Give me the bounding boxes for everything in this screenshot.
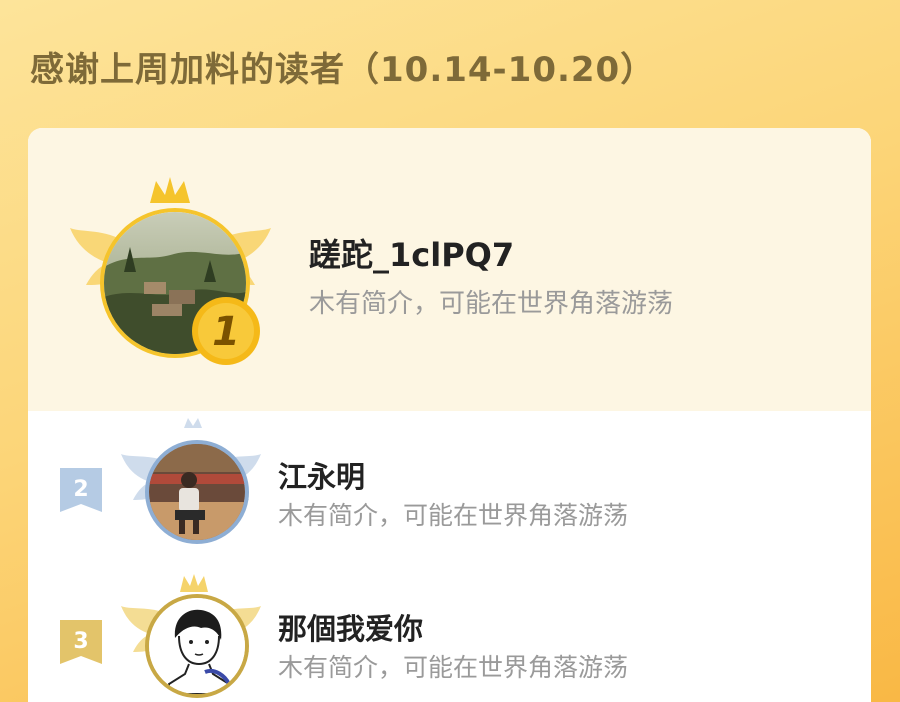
ranking-item-1[interactable]: 1 蹉跎_1clPQ7 木有简介，可能在世界角落游荡 <box>28 128 871 411</box>
basketball-player-avatar-icon <box>149 444 245 540</box>
reader-bio: 木有简介，可能在世界角落游荡 <box>309 289 674 319</box>
reader-name[interactable]: 江永明 <box>278 454 365 496</box>
rank-2-ribbon-icon: 2 <box>60 468 102 512</box>
reader-bio: 木有简介，可能在世界角落游荡 <box>278 653 629 682</box>
reader-name[interactable]: 蹉跎_1clPQ7 <box>309 230 514 276</box>
rank-3-ribbon-icon: 3 <box>60 620 102 664</box>
page-title: 感谢上周加料的读者（10.14-10.20） <box>30 50 656 90</box>
rank-number: 1 <box>212 309 240 355</box>
rank-1-medal-icon: 1 <box>192 297 260 365</box>
rank-number: 3 <box>73 629 88 654</box>
anime-boy-avatar-icon <box>149 598 245 694</box>
reader-ranking-card: 1 蹉跎_1clPQ7 木有简介，可能在世界角落游荡 2 江永明 木有简介，可能… <box>28 128 871 702</box>
user-avatar[interactable] <box>145 594 249 698</box>
reader-bio: 木有简介，可能在世界角落游荡 <box>278 501 629 530</box>
rank-number: 2 <box>73 477 88 502</box>
reader-name[interactable]: 那個我爱你 <box>278 606 423 648</box>
user-avatar[interactable] <box>145 440 249 544</box>
